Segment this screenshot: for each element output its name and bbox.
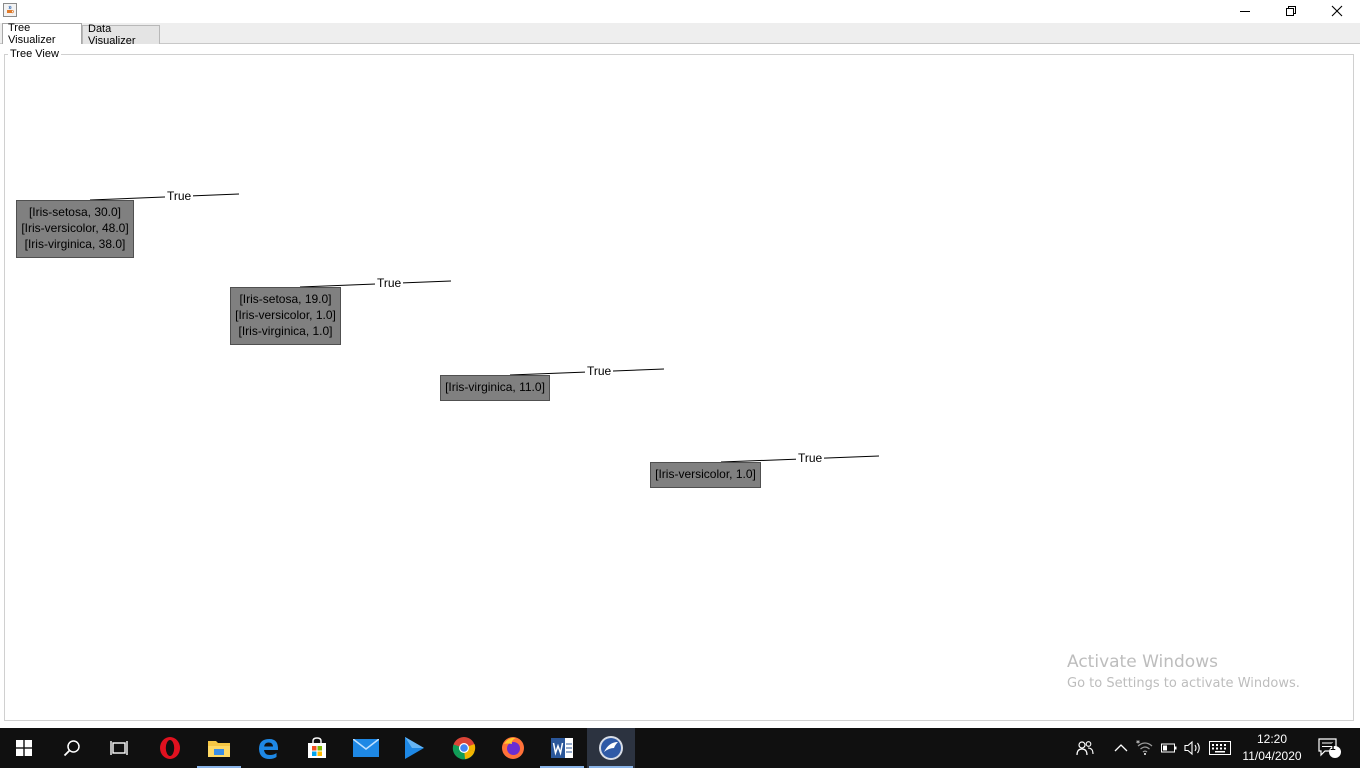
taskbar-weka[interactable] [587,728,635,768]
wifi-icon: * [1136,740,1153,755]
edge-label-true: True [165,189,194,203]
media-player-icon [405,737,424,759]
chrome-icon [452,737,476,760]
node-line: [Iris-virginica, 38.0] [24,237,126,251]
store-icon [308,737,326,758]
task-view-button[interactable] [96,728,144,768]
node-line: [Iris-versicolor, 1.0] [655,467,756,481]
edge-label-true: True [796,451,825,465]
watermark-title: Activate Windows [1067,652,1218,672]
taskbar-file-explorer[interactable] [195,728,243,768]
taskbar-mail[interactable] [342,728,390,768]
tree-node[interactable]: [Iris-setosa, 30.0] [Iris-versicolor, 48… [16,200,134,258]
taskbar-media-player[interactable] [390,728,438,768]
weka-icon [599,736,623,760]
tray-show-hidden[interactable] [1110,728,1132,768]
tray-people[interactable] [1072,728,1098,768]
clock-date: 11/04/2020 [1242,749,1302,763]
word-icon [551,738,573,758]
battery-icon [1161,743,1177,753]
taskbar-store[interactable] [293,728,341,768]
search-button[interactable] [48,728,96,768]
node-line: [Iris-versicolor, 48.0] [21,221,129,235]
svg-text:*: * [1136,740,1140,748]
firefox-icon [502,737,524,759]
edge-icon [259,739,279,759]
tree-node[interactable]: [Iris-versicolor, 1.0] [650,462,761,488]
taskbar-edge[interactable] [245,728,293,768]
tray-volume[interactable] [1182,728,1204,768]
keyboard-icon [1209,741,1231,755]
tray-network[interactable]: * [1134,728,1156,768]
taskbar-word[interactable] [538,728,586,768]
notification-count: 1 [1330,742,1336,753]
taskbar: * 12:20 11/04/2020 1 [0,728,1360,768]
tray-notifications[interactable]: 1 [1316,728,1344,768]
chevron-up-icon [1114,744,1128,752]
tree-node[interactable]: [Iris-virginica, 11.0] [440,375,550,401]
opera-icon [160,737,180,759]
clock-time: 12:20 [1256,732,1288,746]
taskbar-clock[interactable]: 12:20 11/04/2020 [1236,731,1308,765]
task-view-icon [110,741,128,755]
node-line: [Iris-versicolor, 1.0] [235,308,336,322]
taskbar-opera[interactable] [146,728,194,768]
tray-battery[interactable] [1158,728,1180,768]
people-icon [1076,741,1094,756]
start-button[interactable] [0,728,48,768]
volume-icon [1184,740,1200,756]
file-explorer-icon [208,741,230,757]
node-line: [Iris-setosa, 30.0] [28,205,122,219]
tree-node[interactable]: [Iris-setosa, 19.0] [Iris-versicolor, 1.… [230,287,341,345]
node-line: [Iris-setosa, 19.0] [239,292,332,306]
activation-watermark: Activate Windows Go to Settings to activ… [1067,652,1300,691]
search-icon [63,740,80,757]
taskbar-chrome[interactable] [440,728,488,768]
edge-label-true: True [585,364,614,378]
node-line: [Iris-virginica, 11.0] [445,380,545,394]
tray-keyboard[interactable] [1207,728,1233,768]
mail-icon [353,739,379,757]
edge-label-true: True [375,276,404,290]
watermark-subtitle: Go to Settings to activate Windows. [1067,676,1300,691]
tree-edges [89,193,880,463]
taskbar-firefox[interactable] [489,728,537,768]
node-line: [Iris-virginica, 1.0] [238,324,333,338]
start-icon [16,740,32,756]
